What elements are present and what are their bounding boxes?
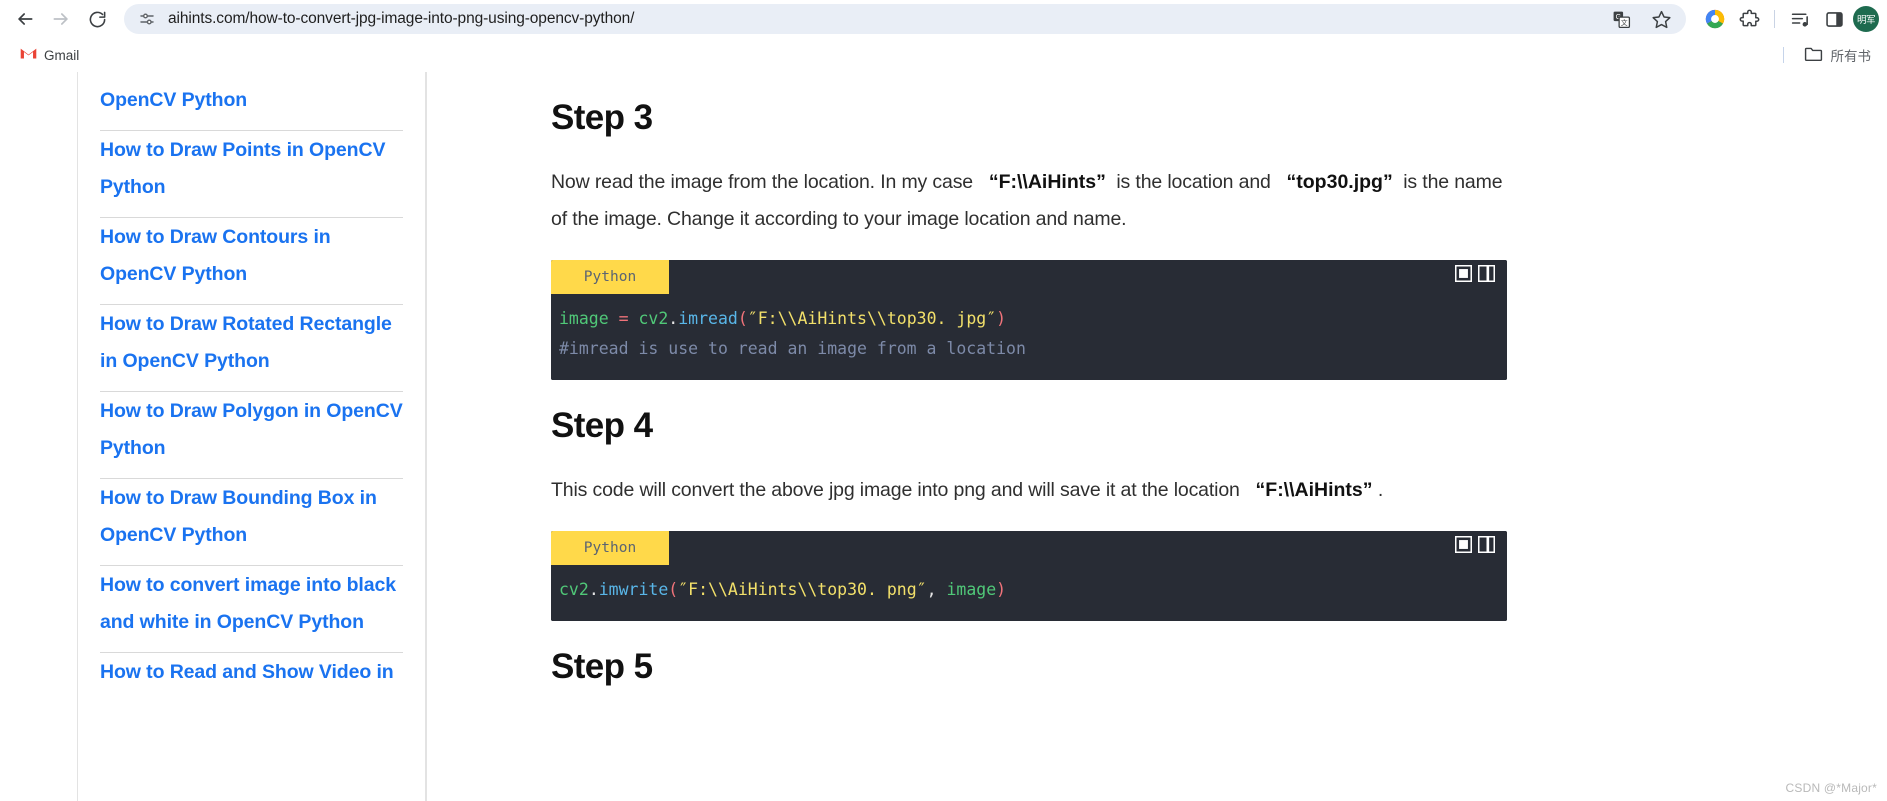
code-token-dot: . <box>588 580 599 599</box>
step-3-code-line-2-comment: #imread is use to read an image from a l… <box>559 339 1026 358</box>
step-3-code-header: Python <box>551 260 1507 294</box>
step-4-text-b: . <box>1377 479 1384 501</box>
media-playlist-icon[interactable] <box>1785 4 1815 34</box>
svg-text:文: 文 <box>1620 18 1627 27</box>
code-token-argument: image <box>946 580 997 599</box>
step-4-code-language-label: Python <box>551 531 669 565</box>
step-3-heading: Step 3 <box>551 98 653 137</box>
side-panel-icon[interactable] <box>1819 4 1849 34</box>
step-4-code-actions <box>1455 536 1495 553</box>
toolbar-actions: 明军 <box>1696 4 1879 34</box>
code-token-module: cv2 <box>638 309 669 328</box>
page-right-margin <box>1567 72 1887 801</box>
article-content: Step 3 Now read the image from the locat… <box>427 72 1567 801</box>
code-token-string: ″F:\\AiHints\\top30. jpg″ <box>747 309 997 328</box>
site-settings-icon[interactable] <box>136 8 158 30</box>
sidebar-link-draw-contours[interactable]: How to Draw Contours in OpenCV Python <box>100 218 403 305</box>
step-3-path: “F:\\AiHints” <box>988 171 1106 193</box>
folder-icon <box>1804 46 1823 65</box>
step-4-code-line-1: cv2.imwrite(″F:\\AiHints\\top30. png″, i… <box>557 575 1507 605</box>
extensions-puzzle-icon[interactable] <box>1734 4 1764 34</box>
bookmarks-divider <box>1782 47 1784 63</box>
left-gutter <box>0 72 78 801</box>
step-3-text-b: is the location and <box>1116 171 1271 193</box>
gmail-icon <box>20 47 37 63</box>
all-bookmarks-button[interactable]: 所有书 <box>1798 41 1878 69</box>
page-shell: OpenCV Python How to Draw Points in Open… <box>0 72 1567 801</box>
chrome-lens-icon[interactable] <box>1700 4 1730 34</box>
step-5-heading: Step 5 <box>551 647 653 686</box>
code-token-function: imread <box>678 309 738 328</box>
code-token-open-paren: ( <box>668 580 679 599</box>
address-bar-url[interactable]: aihints.com/how-to-convert-jpg-image-int… <box>168 10 1606 28</box>
sidebar-link-draw-polygon[interactable]: How to Draw Polygon in OpenCV Python <box>100 392 403 479</box>
step-4-text-a: This code will convert the above jpg ima… <box>551 479 1240 501</box>
sidebar-link-draw-points[interactable]: How to Draw Points in OpenCV Python <box>100 131 403 218</box>
browser-toolbar: aihints.com/how-to-convert-jpg-image-int… <box>0 0 1887 38</box>
copy-code-icon[interactable] <box>1478 536 1495 553</box>
address-bar[interactable]: aihints.com/how-to-convert-jpg-image-int… <box>124 4 1686 34</box>
step-3-code-line-1: image = cv2.imread(″F:\\AiHints\\top30. … <box>557 304 1507 334</box>
code-token-close-paren: ) <box>996 309 1007 328</box>
sidebar-link-read-and-show-video[interactable]: How to Read and Show Video in <box>100 653 403 702</box>
code-token-function: imwrite <box>598 580 669 599</box>
step-3-code-body[interactable]: image = cv2.imread(″F:\\AiHints\\top30. … <box>551 294 1507 380</box>
back-button[interactable] <box>8 2 42 36</box>
reload-button[interactable] <box>80 2 114 36</box>
reload-icon <box>88 10 107 29</box>
bookmark-gmail[interactable]: Gmail <box>12 43 87 67</box>
code-token-module: cv2 <box>559 580 589 599</box>
expand-code-icon[interactable] <box>1455 265 1472 282</box>
code-token-operator: = <box>618 309 629 328</box>
toolbar-divider <box>1774 10 1775 28</box>
forward-arrow-icon <box>51 9 71 29</box>
all-bookmarks-label: 所有书 <box>1830 49 1872 64</box>
forward-button[interactable] <box>44 2 78 36</box>
step-3-code-block: Python image = cv2.imread(″F:\\AiHints\\… <box>551 260 1507 380</box>
page-viewport: OpenCV Python How to Draw Points in Open… <box>0 72 1887 801</box>
sidebar-link-draw-bounding-box[interactable]: How to Draw Bounding Box in OpenCV Pytho… <box>100 479 403 566</box>
bookmarks-bar: Gmail 所有书 <box>0 38 1887 72</box>
step-4-paragraph: This code will convert the above jpg ima… <box>551 472 1507 509</box>
related-posts-sidebar: OpenCV Python How to Draw Points in Open… <box>78 72 426 801</box>
code-token-dot: . <box>668 309 679 328</box>
copy-code-icon[interactable] <box>1478 265 1495 282</box>
sidebar-link-opencv-python[interactable]: OpenCV Python <box>100 72 403 131</box>
step-4-code-body[interactable]: cv2.imwrite(″F:\\AiHints\\top30. png″, i… <box>551 565 1507 621</box>
code-token-open-paren: ( <box>737 309 748 328</box>
bookmark-star-icon[interactable] <box>1646 4 1676 34</box>
sidebar-link-draw-rotated-rectangle[interactable]: How to Draw Rotated Rectangle in OpenCV … <box>100 305 403 392</box>
step-4-code-header: Python <box>551 531 1507 565</box>
back-arrow-icon <box>15 9 35 29</box>
code-token-string: ″F:\\AiHints\\top30. png″ <box>678 580 927 599</box>
step-3-filename: “top30.jpg” <box>1286 171 1393 193</box>
step-4-code-block: Python cv2.imwrite(″F:\\AiHints\\top30. … <box>551 531 1507 621</box>
code-token-variable: image <box>559 309 609 328</box>
code-token-close-paren: ) <box>996 580 1007 599</box>
step-3-paragraph: Now read the image from the location. In… <box>551 164 1507 238</box>
profile-avatar[interactable]: 明军 <box>1853 6 1879 32</box>
step-3-text-a: Now read the image from the location. In… <box>551 171 974 193</box>
expand-code-icon[interactable] <box>1455 536 1472 553</box>
step-3-code-language-label: Python <box>551 260 669 294</box>
step-3-code-actions <box>1455 265 1495 282</box>
step-4-heading: Step 4 <box>551 406 653 445</box>
csdn-watermark: CSDN @*Major* <box>1785 781 1877 795</box>
code-token-comma: , <box>926 580 937 599</box>
step-4-path: “F:\\AiHints” <box>1255 479 1373 501</box>
translate-icon[interactable]: G 文 <box>1606 4 1636 34</box>
bookmark-gmail-label: Gmail <box>44 47 80 63</box>
sidebar-link-convert-black-and-white[interactable]: How to convert image into black and whit… <box>100 566 403 653</box>
